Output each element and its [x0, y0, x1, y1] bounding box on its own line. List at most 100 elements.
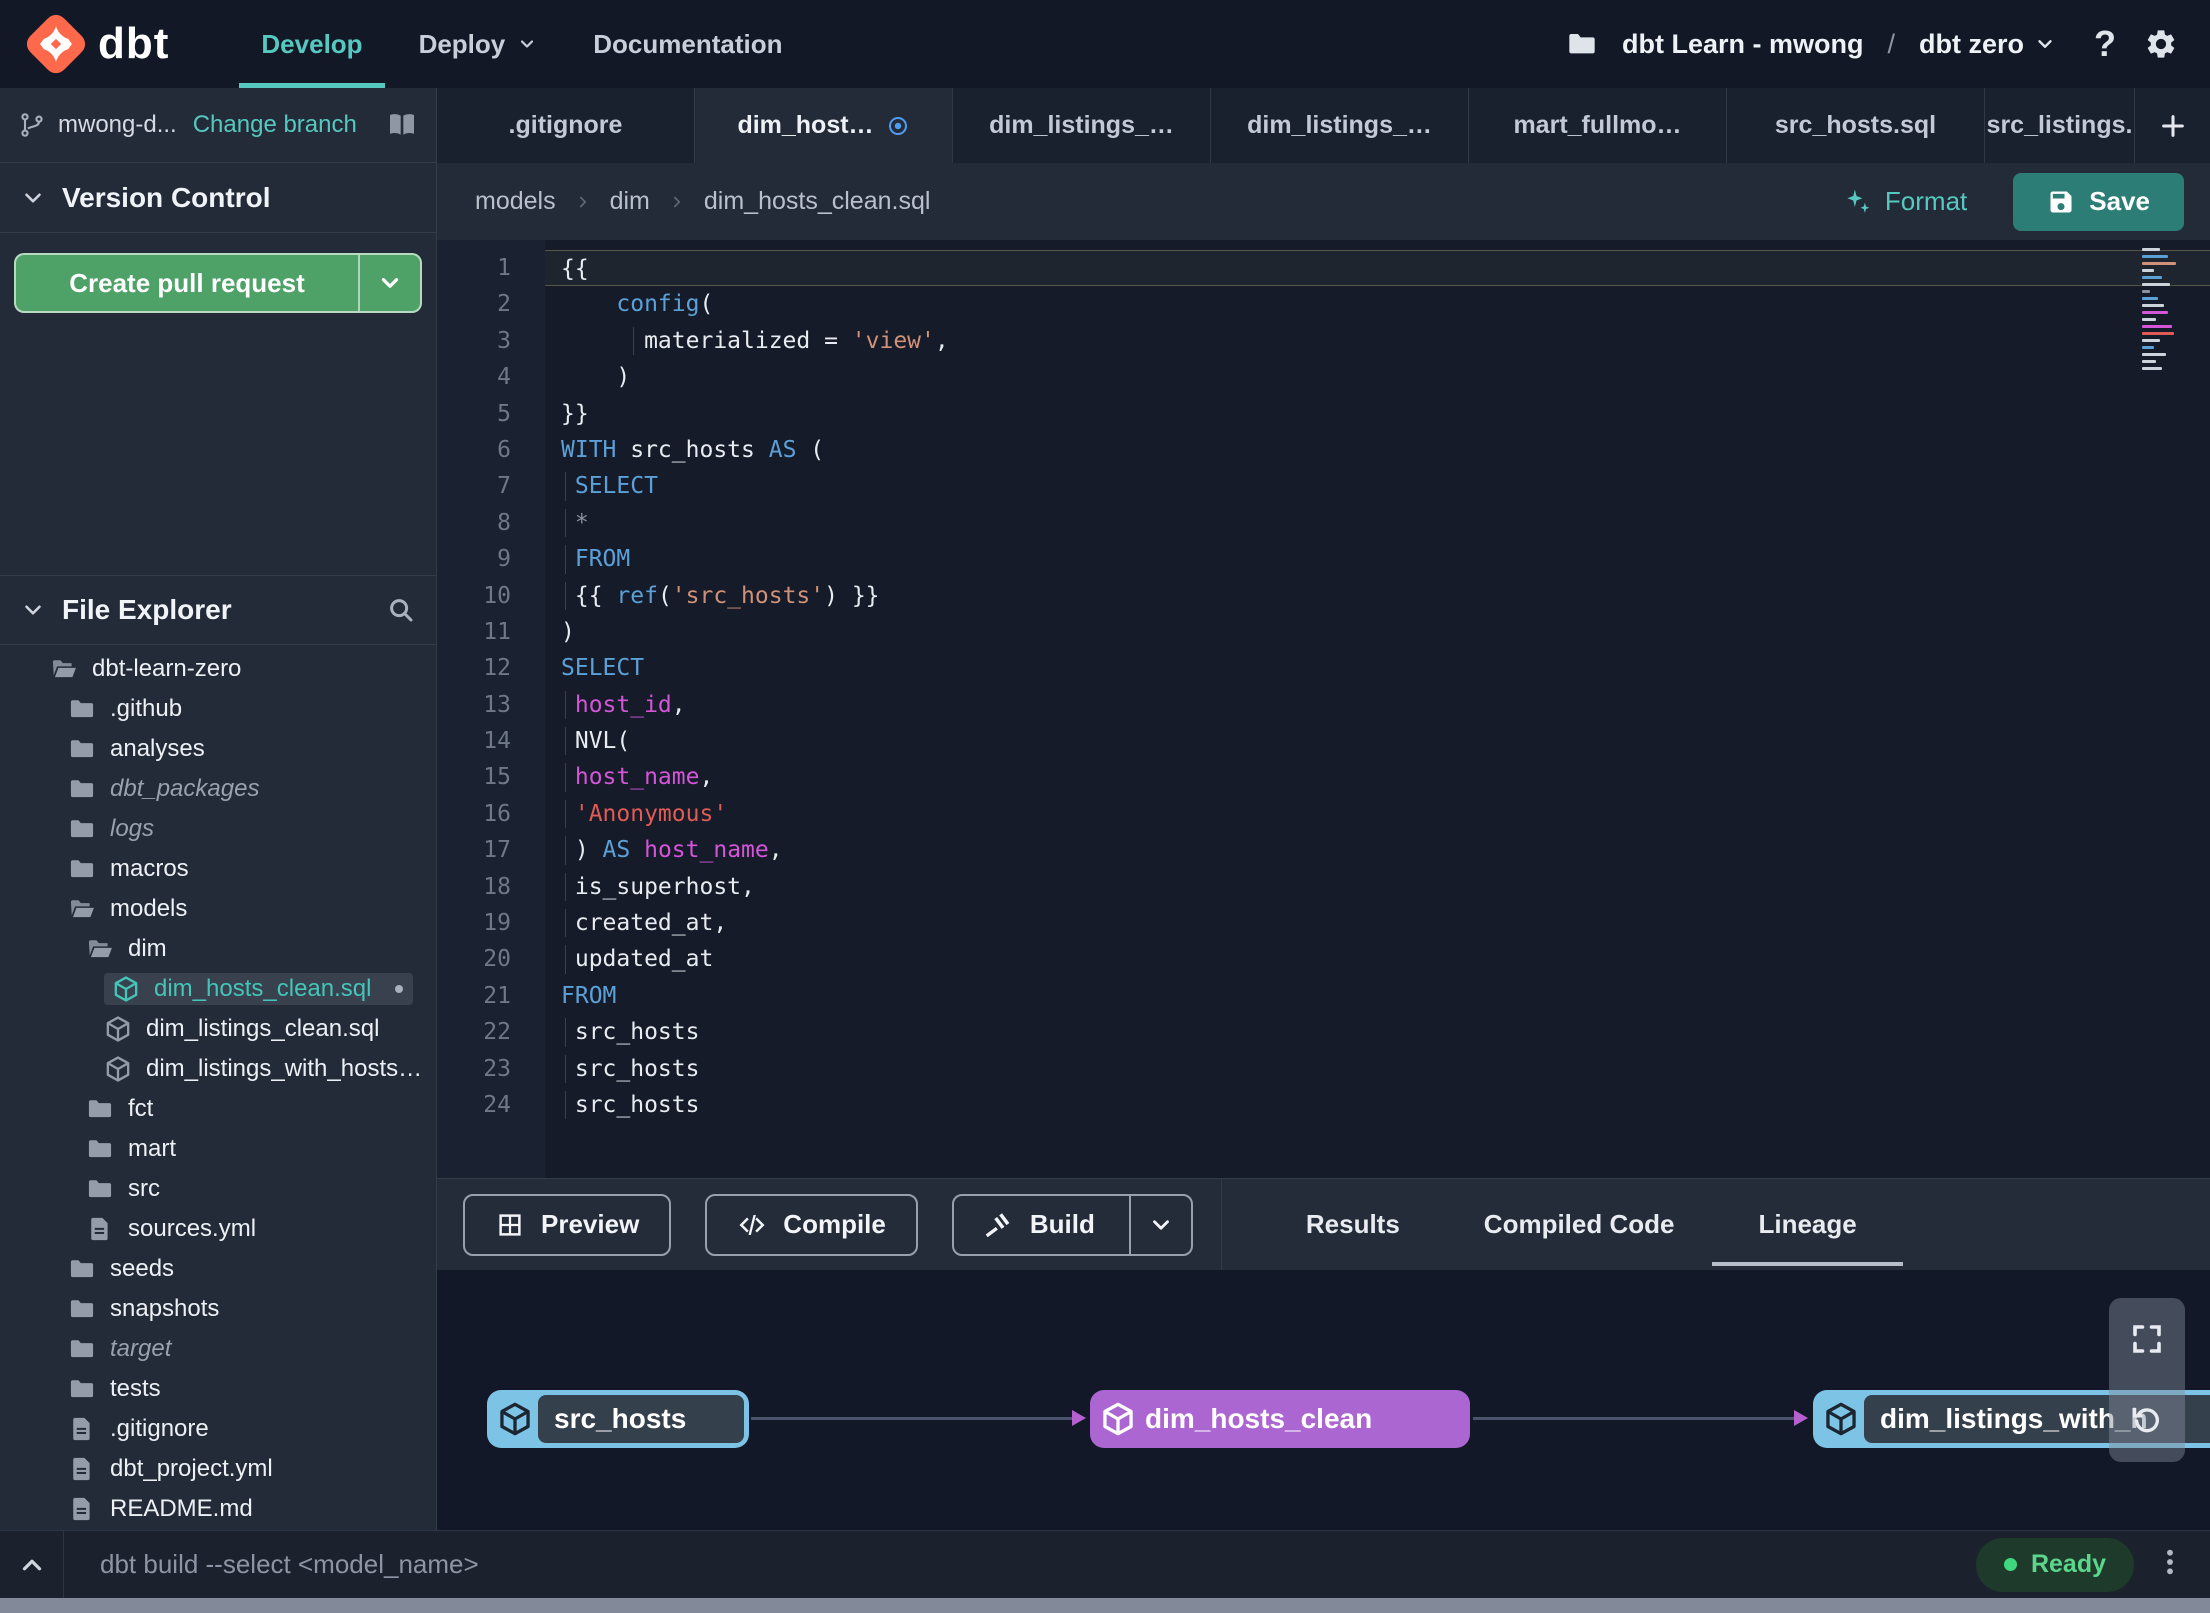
lineage-node-dim_hosts_clean[interactable]: dim_hosts_clean [1090, 1390, 1470, 1448]
environment-selector[interactable]: dbt zero [1919, 29, 2056, 60]
kebab-menu-icon[interactable] [2154, 1546, 2186, 1583]
file-tree-item[interactable]: dim_listings_with_hosts… [0, 1049, 436, 1089]
file-tree-item[interactable]: models [0, 889, 436, 929]
code-line[interactable]: host_name, [545, 759, 2210, 795]
preview-button[interactable]: Preview [463, 1193, 672, 1256]
format-button[interactable]: Format [1843, 186, 1967, 217]
breadcrumb-item[interactable]: dim [610, 187, 650, 216]
line-number: 5 [497, 400, 511, 427]
file-tree-item[interactable]: sources.yml [0, 1209, 436, 1249]
code-line[interactable]: host_id, [545, 687, 2210, 723]
file-tree-item[interactable]: dbt-learn-zero [0, 649, 436, 689]
file-tree-item[interactable]: .gitignore [0, 1409, 436, 1449]
nav-item-develop[interactable]: Develop [233, 0, 390, 88]
create-pull-request-button[interactable]: Create pull request [14, 253, 422, 313]
editor-tab[interactable]: mart_fullmo… [1469, 88, 1727, 163]
search-icon[interactable] [386, 595, 416, 625]
panel-tab-compiled-code[interactable]: Compiled Code [1454, 1179, 1705, 1270]
dbt-logo[interactable]: dbt [26, 14, 169, 74]
fullscreen-icon[interactable] [2129, 1321, 2165, 1357]
code-line[interactable]: ) AS host_name, [545, 832, 2210, 868]
code-line[interactable]: * [545, 505, 2210, 541]
command-input[interactable]: dbt build --select <model_name> [100, 1549, 479, 1580]
lineage-node-src_hosts[interactable]: src_hosts [487, 1390, 749, 1448]
build-dropdown-caret[interactable] [1128, 1195, 1191, 1254]
save-button[interactable]: Save [2013, 172, 2184, 231]
code-line[interactable]: is_superhost, [545, 869, 2210, 905]
file-tree-item[interactable]: dim [0, 929, 436, 969]
lineage-canvas[interactable]: src_hosts dim_hosts_clean dim_listings_wit… [437, 1270, 2210, 1530]
build-button[interactable]: Build [951, 1193, 1193, 1256]
code-line[interactable]: }} [545, 396, 2210, 432]
file-tree-item[interactable]: .github [0, 689, 436, 729]
editor-tab[interactable]: src_hosts.sql [1727, 88, 1985, 163]
horizontal-scrollbar[interactable] [0, 1598, 2210, 1613]
file-tree-item[interactable]: snapshots [0, 1289, 436, 1329]
create-pull-request-label[interactable]: Create pull request [16, 255, 358, 311]
file-tree-item[interactable]: seeds [0, 1249, 436, 1289]
file-tree-item[interactable]: dbt_packages [0, 769, 436, 809]
collapse-panel-button[interactable] [0, 1531, 64, 1598]
file-tree-item[interactable]: src [0, 1169, 436, 1209]
code-line[interactable]: materialized = 'view', [545, 323, 2210, 359]
code-line[interactable]: SELECT [545, 650, 2210, 686]
editor-tab[interactable]: dim_listings_… [953, 88, 1211, 163]
code-line[interactable]: src_hosts [545, 1051, 2210, 1087]
code-line[interactable]: src_hosts [545, 1014, 2210, 1050]
file-tree-item[interactable]: dim_listings_clean.sql [0, 1009, 436, 1049]
code-line[interactable]: {{ [545, 250, 2210, 287]
file-tree-item[interactable]: README.md [0, 1489, 436, 1529]
file-tree-item[interactable]: macros [0, 849, 436, 889]
nav-item-deploy[interactable]: Deploy [391, 0, 566, 88]
code-area[interactable]: {{ config( materialized = 'view', )}} WIT… [545, 240, 2210, 1178]
pr-dropdown-caret[interactable] [358, 255, 420, 311]
code-line[interactable]: FROM [545, 978, 2210, 1014]
code-line[interactable]: NVL( [545, 723, 2210, 759]
code-line[interactable]: WITH src_hosts AS ( [545, 432, 2210, 468]
code-line[interactable]: created_at, [545, 905, 2210, 941]
code-line[interactable]: src_hosts [545, 1087, 2210, 1123]
indent-guide [565, 763, 567, 792]
code-line[interactable]: ) [545, 614, 2210, 650]
change-branch-link[interactable]: Change branch [193, 111, 357, 139]
file-tree-item[interactable]: dim_hosts_clean.sql [0, 969, 436, 1009]
editor-tab-bar: .gitignore dim_host… dim_listings_… dim_lis… [437, 88, 2210, 163]
editor-tab[interactable]: dim_listings_… [1211, 88, 1469, 163]
editor-tab[interactable]: .gitignore [437, 88, 695, 163]
file-tree-item[interactable]: tests [0, 1369, 436, 1409]
code-line[interactable]: FROM [545, 541, 2210, 577]
breadcrumb-item[interactable]: models [475, 187, 556, 216]
code-line[interactable]: {{ ref('src_hosts') }} [545, 578, 2210, 614]
version-control-header[interactable]: Version Control [0, 163, 436, 233]
code-line[interactable]: SELECT [545, 468, 2210, 504]
file-tree-item[interactable]: mart [0, 1129, 436, 1169]
nav-item-documentation[interactable]: Documentation [565, 0, 810, 88]
panel-tab-results[interactable]: Results [1276, 1179, 1430, 1270]
code-line[interactable]: ) [545, 359, 2210, 395]
line-number: 4 [497, 364, 511, 391]
compile-button[interactable]: Compile [705, 1193, 918, 1256]
breadcrumb-item[interactable]: dim_hosts_clean.sql [704, 187, 931, 216]
editor-tab[interactable]: dim_host… [695, 88, 953, 163]
file-tree-item[interactable]: fct [0, 1089, 436, 1129]
new-tab-button[interactable] [2135, 88, 2210, 163]
help-icon[interactable]: ? [2094, 23, 2116, 65]
panel-tab-lineage[interactable]: Lineage [1712, 1179, 1903, 1270]
editor-tab[interactable]: src_listings. [1985, 88, 2135, 163]
docs-book-icon[interactable] [386, 109, 418, 141]
gear-icon[interactable] [2144, 27, 2178, 61]
code-token: FROM [561, 982, 617, 1009]
file-tree-item[interactable]: dbt_project.yml [0, 1449, 436, 1489]
code-line[interactable]: config( [545, 286, 2210, 322]
project-name[interactable]: dbt Learn - mwong [1622, 29, 1863, 60]
code-editor[interactable]: 1 2 3 4 5 6 7 8 9 10 11 12 13 14 15 16 17 18 19 20 21 22 23 24 … [437, 240, 2210, 1178]
minimap-mark [2142, 269, 2154, 272]
minimap[interactable] [2142, 248, 2198, 374]
code-line[interactable]: 'Anonymous' [545, 796, 2210, 832]
file-tree-item[interactable]: analyses [0, 729, 436, 769]
file-tree-item[interactable]: logs [0, 809, 436, 849]
code-line[interactable]: updated_at [545, 941, 2210, 977]
file-tree-item[interactable]: target [0, 1329, 436, 1369]
reset-view-icon[interactable] [2129, 1403, 2165, 1439]
file-explorer-header[interactable]: File Explorer [0, 575, 436, 645]
